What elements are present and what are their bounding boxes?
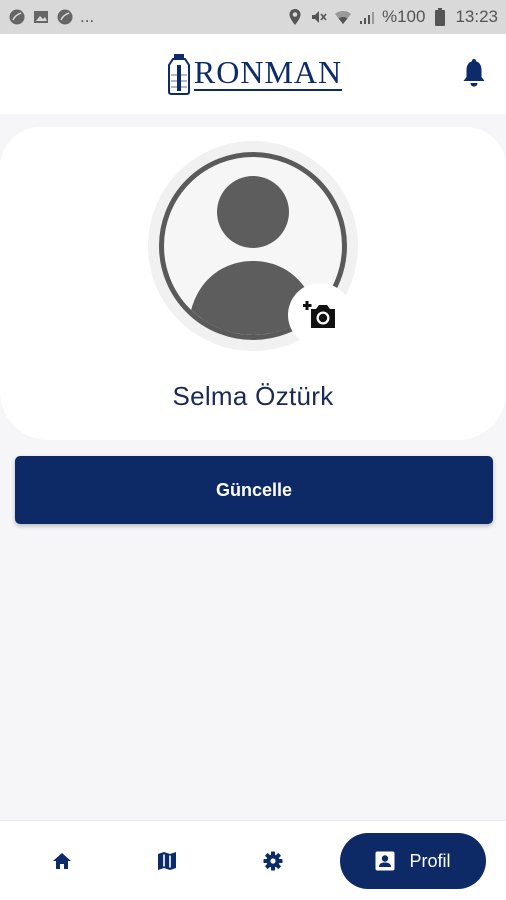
image-icon: [32, 8, 50, 26]
more-notifications: ...: [80, 7, 95, 26]
status-bar: ... %100 13:23: [0, 0, 506, 34]
wifi-icon: [334, 8, 352, 26]
mute-icon: [310, 8, 328, 26]
map-icon: [158, 852, 176, 870]
nav-settings[interactable]: [243, 821, 303, 900]
battery-percentage: %100: [381, 7, 426, 26]
change-photo-button[interactable]: [288, 283, 352, 347]
profile-card: Selma Öztürk: [0, 127, 506, 440]
leaf-icon: [56, 8, 74, 26]
nav-profile-label: Profil: [409, 850, 451, 871]
water-bottle-logo-icon: [167, 54, 190, 95]
nav-home[interactable]: [32, 821, 92, 900]
ironman-logo: RONMAN: [164, 53, 343, 95]
clock: 13:23: [455, 7, 498, 26]
notifications-bell-icon[interactable]: [460, 58, 488, 88]
nav-map[interactable]: [137, 821, 197, 900]
account-box-icon: [375, 851, 395, 871]
signal-icon: [358, 8, 376, 26]
battery-icon: [431, 8, 449, 26]
home-icon: [53, 853, 71, 869]
leaf-icon: [8, 8, 26, 26]
bottom-navigation: Profil: [0, 820, 506, 900]
gear-icon: [263, 851, 283, 871]
nav-profile[interactable]: Profil: [340, 833, 486, 889]
add-photo-camera-icon: [303, 301, 335, 328]
brand-name: RONMAN: [193, 54, 343, 91]
profile-name: Selma Öztürk: [172, 381, 334, 411]
app-header: RONMAN: [0, 34, 506, 114]
update-button[interactable]: Güncelle: [15, 456, 493, 524]
location-icon: [286, 8, 304, 26]
